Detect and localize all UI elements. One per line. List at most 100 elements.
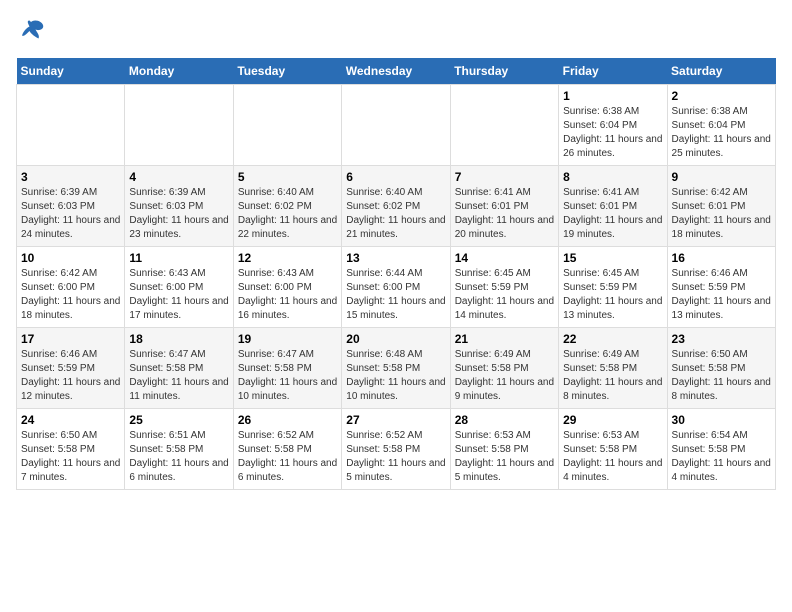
day-info: Sunrise: 6:53 AM Sunset: 5:58 PM Dayligh… — [563, 429, 662, 485]
weekday-header-cell: Saturday — [667, 58, 775, 85]
day-info: Sunrise: 6:41 AM Sunset: 6:01 PM Dayligh… — [563, 186, 662, 242]
day-number: 3 — [21, 170, 120, 184]
day-number: 10 — [21, 251, 120, 265]
calendar-cell: 11Sunrise: 6:43 AM Sunset: 6:00 PM Dayli… — [125, 247, 233, 328]
calendar-cell: 4 Sunrise: 6:39 AM Sunset: 6:03 PM Daylig… — [125, 166, 233, 247]
day-info: Sunrise: 6:54 AM Sunset: 5:58 PM Dayligh… — [672, 429, 771, 485]
calendar-cell — [450, 85, 558, 166]
day-number: 18 — [129, 332, 228, 346]
weekday-header-cell: Friday — [559, 58, 667, 85]
day-number: 30 — [672, 413, 771, 427]
day-info: Sunrise: 6:42 AM Sunset: 6:01 PM Dayligh… — [672, 186, 771, 242]
day-number: 5 — [238, 170, 337, 184]
day-number: 24 — [21, 413, 120, 427]
calendar-cell: 25 Sunrise: 6:51 AM Sunset: 5:58 PM Dayli… — [125, 409, 233, 490]
day-number: 21 — [455, 332, 554, 346]
day-info: Sunrise: 6:39 AM Sunset: 6:03 PM Dayligh… — [129, 186, 228, 242]
calendar-cell — [125, 85, 233, 166]
calendar-cell: 28 Sunrise: 6:53 AM Sunset: 5:58 PM Dayli… — [450, 409, 558, 490]
calendar-cell — [17, 85, 125, 166]
weekday-header-cell: Wednesday — [342, 58, 450, 85]
calendar-cell: 9 Sunrise: 6:42 AM Sunset: 6:01 PM Daylig… — [667, 166, 775, 247]
logo-bird-icon — [16, 16, 46, 46]
calendar-cell: 12 Sunrise: 6:43 AM Sunset: 6:00 PM Dayli… — [233, 247, 341, 328]
day-number: 27 — [346, 413, 445, 427]
page-header — [16, 16, 776, 46]
day-info: Sunrise: 6:52 AM Sunset: 5:58 PM Dayligh… — [346, 429, 445, 485]
calendar-cell: 2 Sunrise: 6:38 AM Sunset: 6:04 PM Daylig… — [667, 85, 775, 166]
calendar-table: SundayMondayTuesdayWednesdayThursdayFrid… — [16, 58, 776, 490]
calendar-week-row: 1Sunrise: 6:38 AM Sunset: 6:04 PM Daylig… — [17, 85, 776, 166]
day-number: 20 — [346, 332, 445, 346]
day-info: Sunrise: 6:44 AM Sunset: 6:00 PM Dayligh… — [346, 267, 445, 323]
day-info: Sunrise: 6:51 AM Sunset: 5:58 PM Dayligh… — [129, 429, 228, 485]
day-number: 2 — [672, 89, 771, 103]
day-info: Sunrise: 6:47 AM Sunset: 5:58 PM Dayligh… — [129, 348, 228, 404]
calendar-cell: 16Sunrise: 6:46 AM Sunset: 5:59 PM Dayli… — [667, 247, 775, 328]
calendar-cell: 26 Sunrise: 6:52 AM Sunset: 5:58 PM Dayli… — [233, 409, 341, 490]
calendar-cell: 18 Sunrise: 6:47 AM Sunset: 5:58 PM Dayli… — [125, 328, 233, 409]
day-number: 25 — [129, 413, 228, 427]
day-number: 9 — [672, 170, 771, 184]
weekday-header-cell: Sunday — [17, 58, 125, 85]
calendar-cell: 14 Sunrise: 6:45 AM Sunset: 5:59 PM Dayli… — [450, 247, 558, 328]
day-info: Sunrise: 6:49 AM Sunset: 5:58 PM Dayligh… — [455, 348, 554, 404]
calendar-cell: 6 Sunrise: 6:40 AM Sunset: 6:02 PM Daylig… — [342, 166, 450, 247]
day-number: 22 — [563, 332, 662, 346]
calendar-week-row: 3 Sunrise: 6:39 AM Sunset: 6:03 PM Daylig… — [17, 166, 776, 247]
calendar-cell: 17Sunrise: 6:46 AM Sunset: 5:59 PM Dayli… — [17, 328, 125, 409]
day-number: 29 — [563, 413, 662, 427]
calendar-cell: 1Sunrise: 6:38 AM Sunset: 6:04 PM Daylig… — [559, 85, 667, 166]
day-info: Sunrise: 6:40 AM Sunset: 6:02 PM Dayligh… — [346, 186, 445, 242]
day-number: 12 — [238, 251, 337, 265]
day-info: Sunrise: 6:41 AM Sunset: 6:01 PM Dayligh… — [455, 186, 554, 242]
day-info: Sunrise: 6:52 AM Sunset: 5:58 PM Dayligh… — [238, 429, 337, 485]
day-info: Sunrise: 6:40 AM Sunset: 6:02 PM Dayligh… — [238, 186, 337, 242]
calendar-cell: 30 Sunrise: 6:54 AM Sunset: 5:58 PM Dayli… — [667, 409, 775, 490]
day-info: Sunrise: 6:45 AM Sunset: 5:59 PM Dayligh… — [455, 267, 554, 323]
weekday-header-cell: Monday — [125, 58, 233, 85]
day-number: 17 — [21, 332, 120, 346]
day-number: 4 — [129, 170, 228, 184]
day-number: 14 — [455, 251, 554, 265]
calendar-cell: 24 Sunrise: 6:50 AM Sunset: 5:58 PM Dayli… — [17, 409, 125, 490]
weekday-header-cell: Tuesday — [233, 58, 341, 85]
calendar-week-row: 17Sunrise: 6:46 AM Sunset: 5:59 PM Dayli… — [17, 328, 776, 409]
day-number: 11 — [129, 251, 228, 265]
calendar-cell: 15 Sunrise: 6:45 AM Sunset: 5:59 PM Dayli… — [559, 247, 667, 328]
day-info: Sunrise: 6:38 AM Sunset: 6:04 PM Dayligh… — [672, 105, 771, 161]
day-number: 13 — [346, 251, 445, 265]
day-info: Sunrise: 6:43 AM Sunset: 6:00 PM Dayligh… — [238, 267, 337, 323]
calendar-cell: 29 Sunrise: 6:53 AM Sunset: 5:58 PM Dayli… — [559, 409, 667, 490]
calendar-cell: 10 Sunrise: 6:42 AM Sunset: 6:00 PM Dayli… — [17, 247, 125, 328]
day-info: Sunrise: 6:48 AM Sunset: 5:58 PM Dayligh… — [346, 348, 445, 404]
calendar-cell: 7Sunrise: 6:41 AM Sunset: 6:01 PM Daylig… — [450, 166, 558, 247]
calendar-cell: 23Sunrise: 6:50 AM Sunset: 5:58 PM Dayli… — [667, 328, 775, 409]
day-info: Sunrise: 6:50 AM Sunset: 5:58 PM Dayligh… — [21, 429, 120, 485]
day-number: 15 — [563, 251, 662, 265]
calendar-cell: 5 Sunrise: 6:40 AM Sunset: 6:02 PM Daylig… — [233, 166, 341, 247]
calendar-cell: 8Sunrise: 6:41 AM Sunset: 6:01 PM Daylig… — [559, 166, 667, 247]
day-info: Sunrise: 6:42 AM Sunset: 6:00 PM Dayligh… — [21, 267, 120, 323]
day-info: Sunrise: 6:45 AM Sunset: 5:59 PM Dayligh… — [563, 267, 662, 323]
calendar-cell: 22Sunrise: 6:49 AM Sunset: 5:58 PM Dayli… — [559, 328, 667, 409]
weekday-header-cell: Thursday — [450, 58, 558, 85]
day-info: Sunrise: 6:53 AM Sunset: 5:58 PM Dayligh… — [455, 429, 554, 485]
logo — [16, 16, 50, 46]
calendar-cell: 19 Sunrise: 6:47 AM Sunset: 5:58 PM Dayli… — [233, 328, 341, 409]
day-number: 19 — [238, 332, 337, 346]
calendar-week-row: 10 Sunrise: 6:42 AM Sunset: 6:00 PM Dayli… — [17, 247, 776, 328]
day-number: 16 — [672, 251, 771, 265]
day-info: Sunrise: 6:47 AM Sunset: 5:58 PM Dayligh… — [238, 348, 337, 404]
calendar-cell: 20 Sunrise: 6:48 AM Sunset: 5:58 PM Dayli… — [342, 328, 450, 409]
day-number: 23 — [672, 332, 771, 346]
day-info: Sunrise: 6:38 AM Sunset: 6:04 PM Dayligh… — [563, 105, 662, 161]
calendar-cell — [342, 85, 450, 166]
day-number: 6 — [346, 170, 445, 184]
calendar-cell: 3 Sunrise: 6:39 AM Sunset: 6:03 PM Daylig… — [17, 166, 125, 247]
day-info: Sunrise: 6:39 AM Sunset: 6:03 PM Dayligh… — [21, 186, 120, 242]
calendar-cell: 21 Sunrise: 6:49 AM Sunset: 5:58 PM Dayli… — [450, 328, 558, 409]
day-number: 28 — [455, 413, 554, 427]
day-number: 26 — [238, 413, 337, 427]
calendar-cell — [233, 85, 341, 166]
